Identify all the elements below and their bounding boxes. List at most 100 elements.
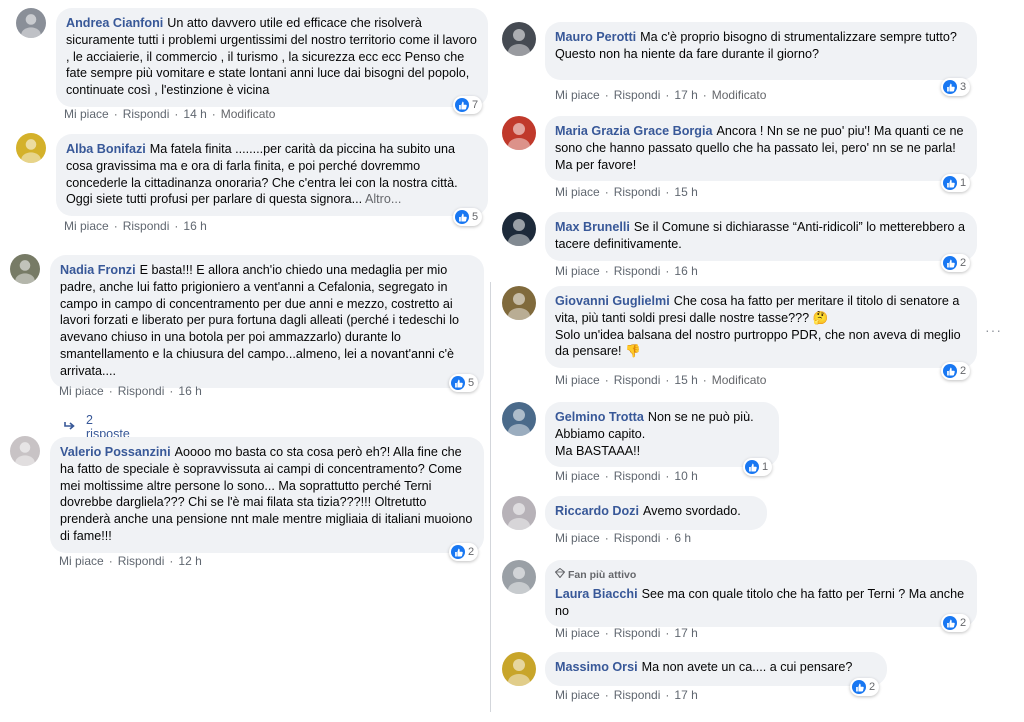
timestamp[interactable]: 17 h bbox=[674, 626, 697, 640]
timestamp[interactable]: 16 h bbox=[178, 384, 201, 398]
avatar[interactable] bbox=[16, 8, 46, 38]
reply-link[interactable]: Rispondi bbox=[614, 531, 661, 545]
comment-actions: Mi piace · Rispondi · 12 h bbox=[59, 554, 202, 568]
reply-link[interactable]: Rispondi bbox=[118, 554, 165, 568]
like-link[interactable]: Mi piace bbox=[555, 185, 600, 199]
diamond-icon bbox=[554, 567, 566, 584]
reply-link[interactable]: Rispondi bbox=[123, 219, 170, 233]
comment-actions: Mi piace · Rispondi · 15 h · Modificato bbox=[555, 373, 767, 387]
reply-link[interactable]: Rispondi bbox=[614, 373, 661, 387]
reaction-count[interactable]: 1 bbox=[743, 458, 773, 476]
reaction-count[interactable]: 5 bbox=[453, 208, 483, 226]
reaction-count[interactable]: 3 bbox=[941, 78, 971, 96]
like-link[interactable]: Mi piace bbox=[555, 626, 600, 640]
like-link[interactable]: Mi piace bbox=[59, 384, 104, 398]
commenter-name[interactable]: Maria Grazia Grace Borgia bbox=[555, 124, 713, 138]
reply-link[interactable]: Rispondi bbox=[123, 107, 170, 121]
see-more-link[interactable]: Altro... bbox=[365, 192, 401, 206]
comment-options-icon[interactable]: ··· bbox=[985, 322, 1002, 338]
timestamp[interactable]: 15 h bbox=[674, 185, 697, 199]
comment-actions: Mi piace · Rispondi · 15 h bbox=[555, 185, 698, 199]
reaction-count[interactable]: 7 bbox=[453, 96, 483, 114]
comment-body: Avemo svordado. bbox=[642, 504, 741, 518]
like-link[interactable]: Mi piace bbox=[555, 469, 600, 483]
timestamp[interactable]: 16 h bbox=[183, 219, 206, 233]
commenter-name[interactable]: Alba Bonifazi bbox=[66, 142, 146, 156]
commenter-name[interactable]: Nadia Fronzi bbox=[60, 263, 136, 277]
comment-body: Aoooo mo basta co sta cosa però eh?! All… bbox=[60, 445, 473, 543]
comment-bubble: Fan più attivo Laura Biacchi See ma con qu… bbox=[545, 560, 977, 628]
commenter-name[interactable]: Riccardo Dozi bbox=[555, 504, 639, 518]
commenter-name[interactable]: Valerio Possanzini bbox=[60, 445, 171, 459]
top-fan-label: Fan più attivo bbox=[568, 569, 637, 581]
like-link[interactable]: Mi piace bbox=[555, 88, 600, 102]
avatar[interactable] bbox=[502, 22, 536, 56]
timestamp[interactable]: 10 h bbox=[674, 469, 697, 483]
comment-bubble: Gelmino Trotta Non se ne può più. Abbiamo… bbox=[545, 402, 779, 468]
reaction-count[interactable]: 1 bbox=[941, 174, 971, 192]
timestamp[interactable]: 16 h bbox=[674, 264, 697, 278]
like-icon bbox=[943, 176, 957, 190]
reaction-count[interactable]: 2 bbox=[941, 362, 971, 380]
reaction-count[interactable]: 5 bbox=[449, 374, 479, 392]
timestamp[interactable]: 17 h bbox=[674, 88, 697, 102]
reply-link[interactable]: Rispondi bbox=[614, 88, 661, 102]
commenter-name[interactable]: Laura Biacchi bbox=[555, 587, 638, 601]
timestamp[interactable]: 17 h bbox=[674, 688, 697, 702]
like-link[interactable]: Mi piace bbox=[555, 264, 600, 278]
commenter-name[interactable]: Mauro Perotti bbox=[555, 30, 636, 44]
timestamp[interactable]: 14 h bbox=[183, 107, 206, 121]
comment-body: Ma non avete un ca.... a cui pensare? bbox=[641, 660, 853, 674]
avatar[interactable] bbox=[502, 402, 536, 436]
comment-bubble: Riccardo Dozi Avemo svordado. bbox=[545, 496, 767, 530]
comment-bubble: Nadia Fronzi E basta!!! E allora anch'io … bbox=[50, 255, 484, 388]
timestamp[interactable]: 6 h bbox=[674, 531, 691, 545]
commenter-name[interactable]: Giovanni Guglielmi bbox=[555, 294, 670, 308]
commenter-name[interactable]: Gelmino Trotta bbox=[555, 410, 644, 424]
commenter-name[interactable]: Max Brunelli bbox=[555, 220, 630, 234]
timestamp[interactable]: 15 h bbox=[674, 373, 697, 387]
like-link[interactable]: Mi piace bbox=[64, 107, 109, 121]
like-link[interactable]: Mi piace bbox=[59, 554, 104, 568]
avatar[interactable] bbox=[502, 116, 536, 150]
reply-link[interactable]: Rispondi bbox=[614, 185, 661, 199]
reaction-count[interactable]: 2 bbox=[449, 543, 479, 561]
reply-link[interactable]: Rispondi bbox=[614, 264, 661, 278]
comment-actions: Mi piace · Rispondi · 6 h bbox=[555, 531, 692, 545]
avatar[interactable] bbox=[502, 212, 536, 246]
like-link[interactable]: Mi piace bbox=[555, 373, 600, 387]
reply-link[interactable]: Rispondi bbox=[614, 688, 661, 702]
top-fan-badge: Fan più attivo bbox=[554, 567, 967, 584]
reaction-count[interactable]: 2 bbox=[941, 614, 971, 632]
comment-text: Giovanni Guglielmi Che cosa ha fatto per … bbox=[555, 294, 961, 358]
commenter-name[interactable]: Massimo Orsi bbox=[555, 660, 638, 674]
commenter-name[interactable]: Andrea Cianfoni bbox=[66, 16, 163, 30]
reply-link[interactable]: Rispondi bbox=[118, 384, 165, 398]
reaction-number: 2 bbox=[869, 681, 876, 693]
like-link[interactable]: Mi piace bbox=[555, 688, 600, 702]
like-link[interactable]: Mi piace bbox=[64, 219, 109, 233]
like-link[interactable]: Mi piace bbox=[555, 531, 600, 545]
comment-actions: Mi piace · Rispondi · 16 h bbox=[59, 384, 202, 398]
comment-bubble: Giovanni Guglielmi Che cosa ha fatto per … bbox=[545, 286, 977, 369]
reply-link[interactable]: Rispondi bbox=[614, 469, 661, 483]
reaction-number: 1 bbox=[960, 177, 967, 189]
comment-text: Valerio Possanzini Aoooo mo basta co sta … bbox=[60, 445, 472, 543]
reply-arrow-icon bbox=[64, 420, 76, 434]
avatar[interactable] bbox=[502, 652, 536, 686]
reaction-count[interactable]: 2 bbox=[850, 678, 880, 696]
reaction-count[interactable]: 2 bbox=[941, 254, 971, 272]
avatar[interactable] bbox=[502, 560, 536, 594]
avatar[interactable] bbox=[502, 496, 536, 530]
like-icon bbox=[943, 80, 957, 94]
comment-text: Nadia Fronzi E basta!!! E allora anch'io … bbox=[60, 263, 459, 378]
avatar[interactable] bbox=[16, 133, 46, 163]
avatar[interactable] bbox=[10, 254, 40, 284]
comment-text: Andrea Cianfoni Un atto davvero utile ed … bbox=[66, 16, 477, 97]
modified-label: Modificato bbox=[220, 107, 276, 121]
avatar[interactable] bbox=[502, 286, 536, 320]
reply-link[interactable]: Rispondi bbox=[614, 626, 661, 640]
comment-text: Max Brunelli Se il Comune si dichiarasse … bbox=[555, 220, 965, 251]
timestamp[interactable]: 12 h bbox=[178, 554, 201, 568]
avatar[interactable] bbox=[10, 436, 40, 466]
